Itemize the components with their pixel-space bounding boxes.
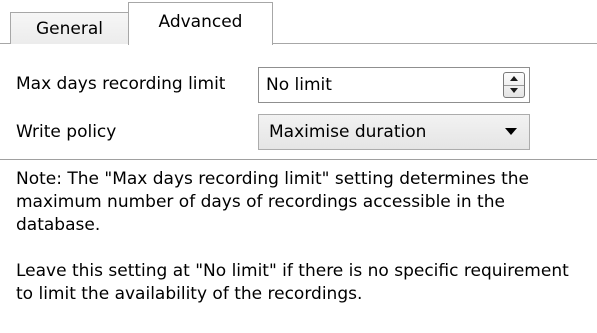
tab-advanced-label: Advanced (158, 12, 243, 32)
tab-advanced[interactable]: Advanced (128, 2, 273, 45)
note-paragraph-1: Note: The "Max days recording limit" set… (16, 169, 529, 235)
tab-bar: General Advanced (0, 0, 597, 45)
tab-general-label: General (36, 18, 103, 39)
section-divider (0, 159, 597, 160)
max-days-label: Max days recording limit (16, 74, 226, 94)
write-policy-value: Maximise duration (269, 122, 427, 142)
advanced-settings-panel: { "tabs": [ {"label": "General", "select… (0, 0, 597, 333)
chevron-down-icon (505, 128, 517, 135)
tab-general[interactable]: General (10, 12, 129, 44)
note-text: Note: The "Max days recording limit" set… (16, 168, 591, 306)
arrow-down-icon (510, 88, 518, 93)
write-policy-dropdown[interactable]: Maximise duration (258, 114, 530, 150)
arrow-up-icon (510, 76, 518, 81)
spin-up-down-icon (503, 72, 525, 98)
write-policy-label: Write policy (16, 122, 117, 142)
max-days-value[interactable]: No limit (266, 68, 332, 102)
note-paragraph-2: Leave this setting at "No limit" if ther… (16, 261, 569, 304)
max-days-spinbox[interactable]: No limit (258, 67, 530, 103)
spin-down-button[interactable] (504, 85, 524, 97)
